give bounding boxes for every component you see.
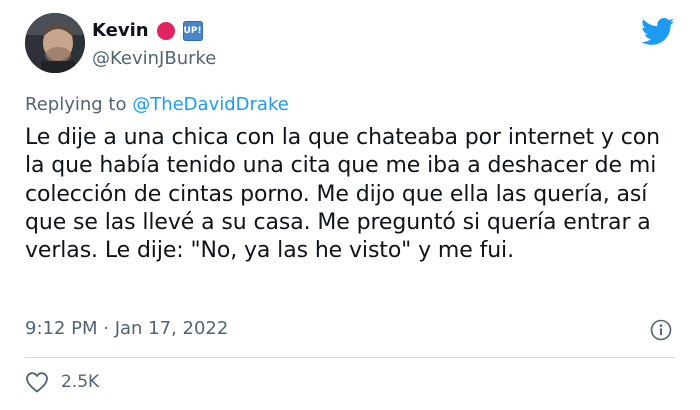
twitter-bird-icon[interactable] xyxy=(641,18,675,46)
red-circle-icon xyxy=(156,22,175,40)
replying-to-line: Replying to @TheDavidDrake xyxy=(25,94,289,115)
author-name-row[interactable]: Kevin UP! xyxy=(92,20,203,42)
author-handle[interactable]: @KevinJBurke xyxy=(92,48,216,69)
replying-prefix: Replying to xyxy=(25,94,133,115)
reply-mention-link[interactable]: @TheDavidDrake xyxy=(132,94,289,115)
author-display-name[interactable]: Kevin xyxy=(92,20,149,42)
likes-count: 2.5K xyxy=(61,372,100,392)
tweet-card: Kevin UP! @KevinJBurke Replying to @TheD… xyxy=(0,0,700,410)
avatar[interactable] xyxy=(25,13,85,73)
tweet-text: Le dije a una chica con la que chateaba … xyxy=(25,125,660,264)
info-icon[interactable] xyxy=(650,319,672,341)
up-badge-icon: UP! xyxy=(182,21,203,41)
divider xyxy=(25,357,675,358)
like-action[interactable]: 2.5K xyxy=(25,371,99,393)
heart-icon[interactable] xyxy=(25,371,49,393)
tweet-timestamp[interactable]: 9:12 PM · Jan 17, 2022 xyxy=(25,318,228,339)
